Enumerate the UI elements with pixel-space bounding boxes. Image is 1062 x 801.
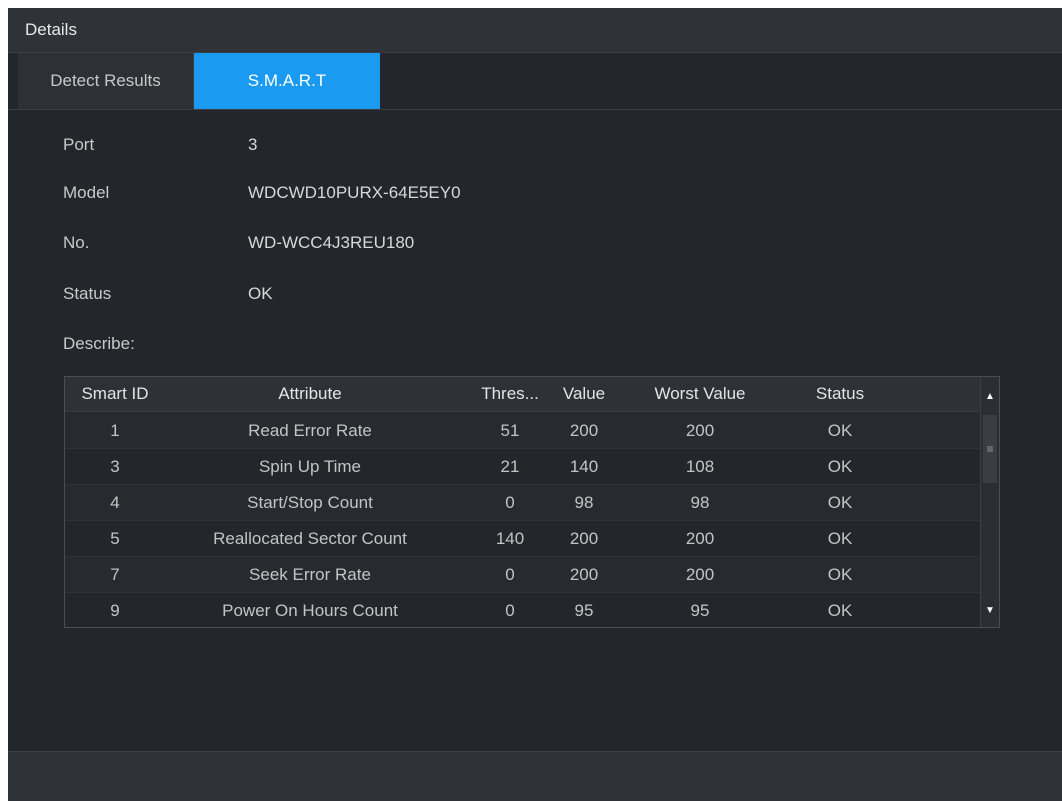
table-row[interactable]: 5 Reallocated Sector Count 140 200 200 O… — [65, 521, 981, 557]
header-worst-value[interactable]: Worst Value — [625, 377, 775, 411]
cell-threshold: 0 — [505, 564, 515, 584]
menu-lines-icon: ≡ — [986, 442, 994, 456]
cell-smart-id: 3 — [110, 456, 120, 476]
serial-number-label: No. — [63, 233, 90, 252]
table-row[interactable]: 1 Read Error Rate 51 200 200 OK — [65, 413, 981, 449]
cell-status: OK — [827, 564, 853, 584]
triangle-down-icon[interactable]: ▼ — [981, 597, 999, 623]
cell-value: 140 — [569, 456, 599, 476]
cell-threshold: 140 — [495, 528, 525, 548]
cell-attribute: Reallocated Sector Count — [213, 528, 407, 548]
cell-threshold: 21 — [500, 456, 520, 476]
cell-status: OK — [827, 528, 853, 548]
header-attribute[interactable]: Attribute — [175, 377, 445, 411]
tab-detect-results[interactable]: Detect Results — [18, 53, 194, 109]
cell-status: OK — [827, 601, 853, 620]
table-row[interactable]: 9 Power On Hours Count 0 95 95 OK — [65, 593, 981, 629]
cell-attribute: Seek Error Rate — [249, 564, 371, 584]
tab-bar: Detect Results S.M.A.R.T — [8, 53, 1062, 110]
header-threshold[interactable]: Thres... — [475, 377, 545, 411]
cell-smart-id: 7 — [110, 564, 120, 584]
cell-value: 200 — [569, 528, 599, 548]
cell-value: 98 — [574, 492, 594, 512]
cell-status: OK — [827, 456, 853, 476]
describe-label: Describe: — [63, 334, 135, 353]
cell-threshold: 0 — [505, 601, 515, 620]
cell-worst-value: 200 — [685, 564, 715, 584]
header-value[interactable]: Value — [549, 377, 619, 411]
cell-value: 95 — [574, 601, 594, 620]
header-smart-id[interactable]: Smart ID — [65, 377, 165, 411]
cell-status: OK — [827, 420, 853, 440]
port-value: 3 — [248, 135, 258, 154]
table-header: Smart ID Attribute Thres... Value Worst … — [65, 377, 981, 412]
cell-threshold: 51 — [500, 420, 520, 440]
window-title: Details — [25, 20, 77, 39]
cell-worst-value: 200 — [685, 528, 715, 548]
cell-attribute: Power On Hours Count — [222, 601, 398, 620]
status-value: OK — [248, 284, 273, 303]
cell-attribute: Spin Up Time — [258, 456, 362, 476]
model-label: Model — [63, 183, 110, 202]
tab-smart[interactable]: S.M.A.R.T — [194, 53, 380, 109]
table-row[interactable]: 4 Start/Stop Count 0 98 98 OK — [65, 485, 981, 521]
cell-value: 200 — [569, 564, 599, 584]
cell-status: OK — [827, 492, 853, 512]
serial-number-value: WD-WCC4J3REU180 — [248, 233, 415, 252]
cell-worst-value: 95 — [690, 601, 710, 620]
footer-bar — [8, 751, 1062, 801]
cell-value: 200 — [569, 420, 599, 440]
cell-smart-id: 9 — [110, 601, 120, 620]
table-scrollbar[interactable]: ▲ ≡ ▼ — [980, 377, 999, 627]
title-bar: Details — [8, 8, 1062, 53]
triangle-up-icon[interactable]: ▲ — [981, 383, 999, 409]
port-label: Port — [63, 135, 95, 154]
smart-table: Smart ID Attribute Thres... Value Worst … — [64, 376, 1000, 628]
model-value: WDCWD10PURX-64E5EY0 — [248, 183, 461, 202]
cell-smart-id: 4 — [110, 492, 120, 512]
header-status[interactable]: Status — [765, 377, 915, 411]
cell-threshold: 0 — [505, 492, 515, 512]
cell-worst-value: 108 — [685, 456, 715, 476]
cell-worst-value: 200 — [685, 420, 715, 440]
table-row[interactable]: 3 Spin Up Time 21 140 108 OK — [65, 449, 981, 485]
table-row[interactable]: 7 Seek Error Rate 0 200 200 OK — [65, 557, 981, 593]
cell-smart-id: 5 — [110, 528, 120, 548]
cell-smart-id: 1 — [110, 420, 120, 440]
cell-worst-value: 98 — [690, 492, 710, 512]
scrollbar-thumb[interactable]: ≡ — [983, 415, 997, 483]
status-label: Status — [63, 284, 112, 303]
cell-attribute: Start/Stop Count — [247, 492, 373, 512]
cell-attribute: Read Error Rate — [248, 420, 372, 440]
details-window: Details Detect Results S.M.A.R.T Port 3 … — [8, 8, 1062, 801]
